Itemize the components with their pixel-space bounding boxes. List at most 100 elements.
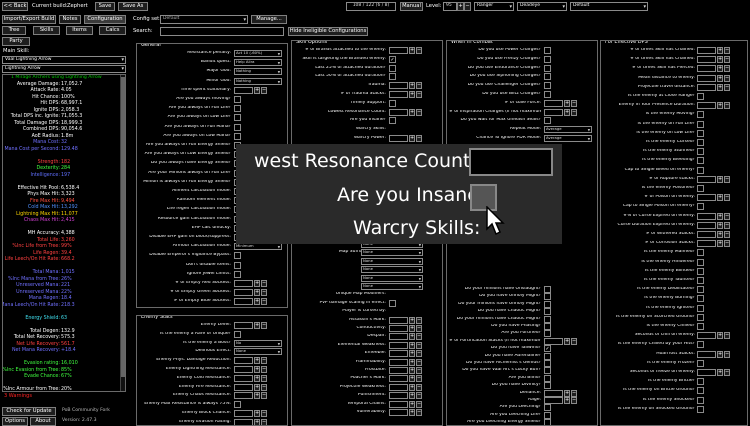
increase-button[interactable]: + xyxy=(409,383,415,391)
decrease-button[interactable]: − xyxy=(416,91,422,98)
config-number-input[interactable] xyxy=(234,280,253,287)
decrease-button[interactable]: − xyxy=(261,374,267,382)
tree-tab[interactable]: Tree xyxy=(2,26,26,35)
increase-button[interactable]: + xyxy=(717,194,723,202)
decrease-button[interactable]: − xyxy=(416,367,422,374)
config-number-input[interactable] xyxy=(234,374,253,382)
increase-button[interactable]: + xyxy=(254,280,260,287)
decrease-button[interactable]: − xyxy=(261,366,267,373)
increase-button[interactable]: + xyxy=(717,231,723,238)
decrease-button[interactable]: − xyxy=(724,47,730,54)
config-checkbox[interactable] xyxy=(234,401,241,409)
config-checkbox[interactable] xyxy=(234,132,241,140)
increase-button[interactable]: + xyxy=(254,289,260,297)
config-checkbox[interactable] xyxy=(544,367,551,375)
config-number-input[interactable] xyxy=(234,357,253,365)
config-checkbox[interactable] xyxy=(697,139,704,146)
config-number-input[interactable] xyxy=(697,175,716,183)
increase-button[interactable]: + xyxy=(409,375,415,383)
config-checkbox[interactable] xyxy=(234,261,241,269)
increase-button[interactable]: + xyxy=(254,383,260,391)
config-checkbox[interactable] xyxy=(389,64,396,72)
config-checkbox[interactable] xyxy=(234,114,241,122)
config-checkbox[interactable] xyxy=(697,258,704,266)
check-update-button[interactable]: Check for Update xyxy=(2,407,56,416)
increase-button[interactable]: + xyxy=(254,86,260,94)
config-number-input[interactable] xyxy=(697,369,716,376)
config-checkbox[interactable] xyxy=(697,148,704,156)
decrease-button[interactable]: − xyxy=(724,194,730,202)
decrease-button[interactable]: − xyxy=(724,83,730,91)
config-number-input[interactable] xyxy=(389,392,408,400)
config-checkbox[interactable] xyxy=(697,341,704,349)
config-checkbox[interactable] xyxy=(544,360,551,367)
decrease-button[interactable]: − xyxy=(724,231,730,238)
config-number-input[interactable] xyxy=(234,392,253,400)
bandit-dropdown[interactable]: Default xyxy=(570,2,648,11)
config-number-input[interactable] xyxy=(389,400,408,408)
increase-button[interactable]: + xyxy=(564,99,570,107)
config-checkbox[interactable] xyxy=(544,91,551,98)
increase-button[interactable]: + xyxy=(717,212,723,220)
config-number-input[interactable] xyxy=(697,65,716,73)
config-number-input[interactable] xyxy=(234,289,253,297)
search-input[interactable] xyxy=(160,27,284,36)
decrease-button[interactable]: − xyxy=(416,400,422,408)
config-checkbox[interactable] xyxy=(544,308,551,316)
config-dropdown[interactable]: Act 10 (-60%) xyxy=(234,50,282,57)
decrease-button[interactable]: − xyxy=(261,280,267,287)
config-number-input[interactable] xyxy=(389,409,408,416)
decrease-button[interactable]: − xyxy=(416,409,422,416)
decrease-button[interactable]: − xyxy=(571,337,577,345)
config-checkbox[interactable] xyxy=(389,99,396,107)
increase-button[interactable]: + xyxy=(564,108,570,116)
decrease-button[interactable]: − xyxy=(416,375,422,383)
config-number-input[interactable] xyxy=(544,397,563,404)
manage-button[interactable]: Manage... xyxy=(251,15,287,24)
config-number-input[interactable] xyxy=(389,333,408,341)
config-number-input[interactable] xyxy=(389,316,408,324)
config-number-input[interactable] xyxy=(697,332,716,340)
decrease-button[interactable]: − xyxy=(261,322,267,329)
config-number-input[interactable] xyxy=(234,410,253,417)
config-number-input[interactable] xyxy=(389,325,408,332)
decrease-button[interactable]: − xyxy=(416,82,422,90)
config-checkbox[interactable] xyxy=(544,315,551,323)
config-checkbox[interactable] xyxy=(544,411,551,419)
party-tab[interactable]: Party xyxy=(2,37,30,46)
increase-button[interactable]: + xyxy=(409,350,415,358)
decrease-button[interactable]: − xyxy=(416,135,422,142)
main-skill-dropdown[interactable]: Vaal Lightning Arrow xyxy=(2,56,126,64)
config-checkbox[interactable] xyxy=(697,203,704,211)
config-number-input[interactable] xyxy=(389,350,408,358)
config-number-input[interactable] xyxy=(697,102,716,110)
increase-button[interactable]: + xyxy=(254,418,260,425)
config-checkbox[interactable] xyxy=(544,419,551,425)
config-checkbox[interactable] xyxy=(234,330,241,338)
config-number-input[interactable] xyxy=(697,74,716,82)
config-checkbox[interactable] xyxy=(389,73,396,81)
config-checkbox[interactable] xyxy=(697,129,704,137)
options-button[interactable]: Options xyxy=(2,417,28,426)
config-number-input[interactable] xyxy=(697,47,716,54)
config-number-input[interactable] xyxy=(389,108,408,116)
config-checkbox[interactable] xyxy=(697,359,704,367)
decrease-button[interactable]: − xyxy=(724,65,730,73)
config-dropdown[interactable]: Average xyxy=(544,126,592,134)
increase-button[interactable]: + xyxy=(717,74,723,82)
config-checkbox[interactable] xyxy=(234,105,241,113)
increase-button[interactable]: + xyxy=(254,357,260,365)
class-dropdown[interactable]: Ranger xyxy=(474,2,514,11)
config-checkbox[interactable] xyxy=(697,286,704,294)
config-checkbox[interactable] xyxy=(544,73,551,81)
config-number-input[interactable] xyxy=(544,108,563,116)
items-tab[interactable]: Items xyxy=(66,26,93,35)
config-checkbox[interactable] xyxy=(544,64,551,72)
decrease-button[interactable]: − xyxy=(724,240,730,248)
config-number-input[interactable] xyxy=(389,135,408,142)
config-dropdown[interactable]: Help Alira xyxy=(234,59,282,67)
config-checkbox[interactable] xyxy=(697,313,704,321)
config-checkbox[interactable] xyxy=(544,82,551,90)
increase-button[interactable]: + xyxy=(564,397,570,404)
increase-button[interactable]: + xyxy=(254,298,260,306)
